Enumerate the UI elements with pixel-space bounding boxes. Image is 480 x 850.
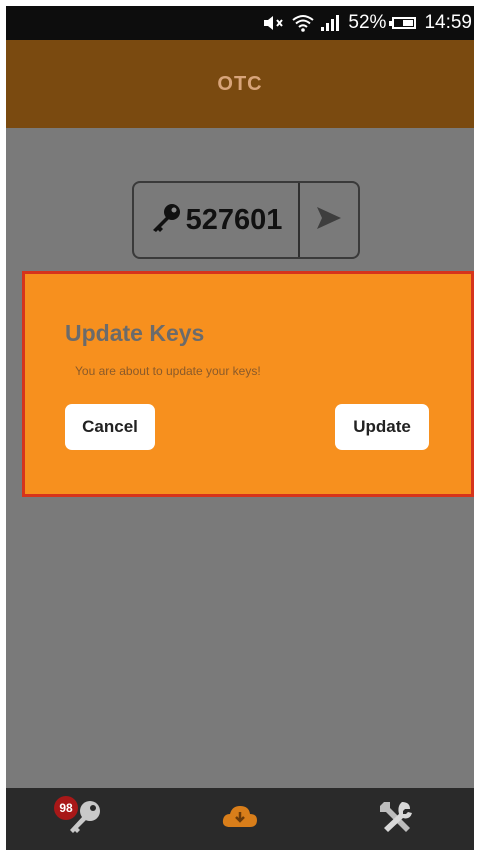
keys-count-badge: 98 — [54, 796, 78, 820]
update-keys-dialog: Update Keys You are about to update your… — [22, 271, 474, 497]
nav-update[interactable] — [162, 788, 318, 850]
update-button[interactable]: Update — [335, 404, 429, 450]
app-header: OTC — [6, 40, 474, 128]
dialog-message: You are about to update your keys! — [75, 364, 261, 378]
nav-keys[interactable]: 98 — [6, 788, 162, 850]
cancel-button[interactable]: Cancel — [65, 404, 155, 450]
send-arrow-icon — [316, 206, 342, 235]
otp-code-display: 527601 — [134, 183, 300, 257]
app-screen: 52% 14:59 OTC 527601 Update Keys You are… — [6, 6, 474, 850]
page-title: OTC — [217, 72, 263, 95]
tools-icon — [376, 800, 416, 839]
status-bar: 52% 14:59 — [6, 6, 474, 40]
send-code-button[interactable] — [300, 183, 358, 257]
otp-code-value: 527601 — [185, 203, 283, 236]
dialog-title: Update Keys — [65, 320, 205, 346]
nav-settings[interactable] — [318, 788, 474, 850]
signal-icon — [320, 14, 342, 32]
battery-percent: 52% — [348, 12, 387, 33]
battery-icon — [389, 17, 417, 29]
volume-muted-icon — [262, 15, 286, 31]
cloud-download-icon — [221, 803, 259, 836]
key-icon — [150, 203, 182, 238]
bottom-nav: 98 — [6, 788, 474, 850]
wifi-icon — [292, 14, 315, 32]
clock-time: 14:59 — [424, 12, 472, 33]
otp-code-box: 527601 — [132, 181, 360, 259]
